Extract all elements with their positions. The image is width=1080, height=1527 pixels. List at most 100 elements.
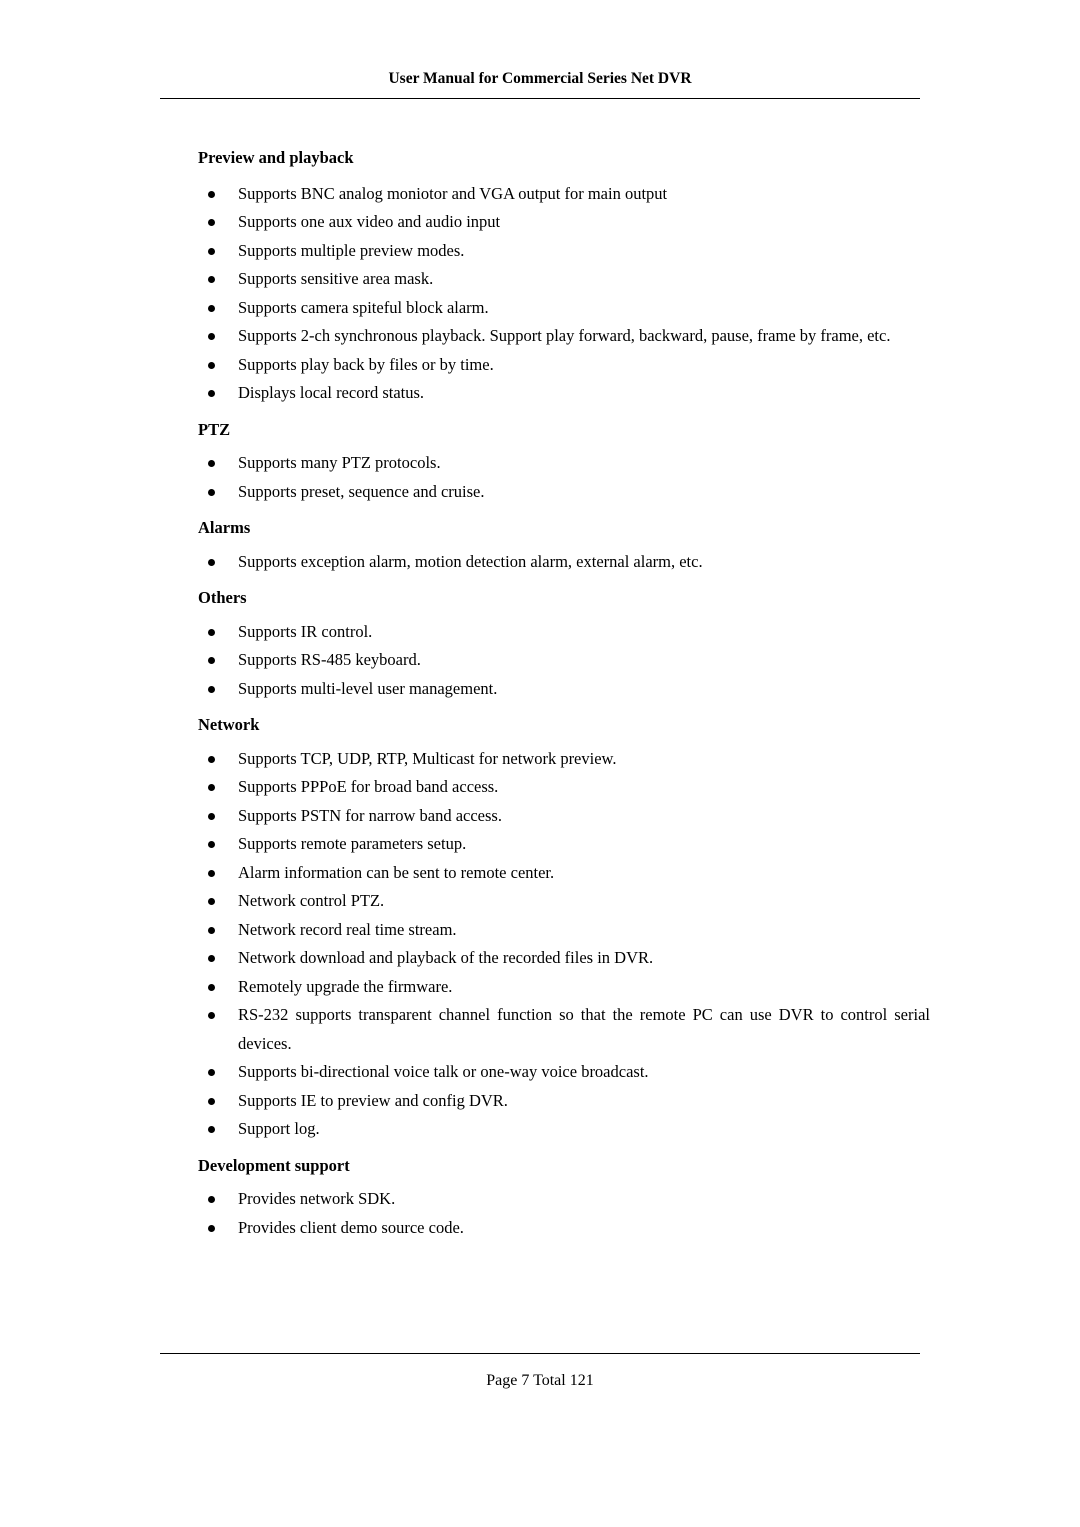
list-item: RS-232 supports transparent channel func… [160,1001,930,1058]
list-item: Provides client demo source code. [160,1214,930,1243]
list-item: Supports BNC analog moniotor and VGA out… [160,180,930,209]
document-page: User Manual for Commercial Series Net DV… [0,0,1080,1527]
list-item-text: Supports 2-ch synchronous playback. Supp… [238,326,891,345]
bullet-icon [208,219,215,226]
bullet-icon [208,304,215,312]
section-list: Supports IR control. Supports RS-485 key… [160,618,930,704]
bullet-icon [208,628,215,636]
bullet-icon [208,755,215,763]
list-item-text: Provides client demo source code. [238,1217,464,1237]
footer-divider [160,1353,920,1354]
list-item: Displays local record status. [160,379,930,408]
bullet-icon [208,841,215,848]
section-title-wrap: Alarms [160,519,930,537]
section-alarms: Alarms Supports exception alarm, motion … [160,519,930,577]
section-list: Supports many PTZ protocols. Supports pr… [160,449,930,506]
list-item-text: Alarm information can be sent to remote … [238,862,555,882]
bullet-icon [208,333,215,340]
list-item-text: Supports multi-level user management. [238,678,498,698]
bullet-icon [208,685,215,693]
list-item-text: Supports multiple preview modes. [238,240,465,260]
bullet-icon [208,926,215,934]
bullet-icon [208,1196,215,1203]
document-body: Preview and playback Supports BNC analog… [160,148,930,1243]
list-item: Supports multi-level user management. [160,675,930,704]
list-item: Network record real time stream. [160,916,930,945]
list-item: Supports PSTN for narrow band access. [160,802,930,831]
section-heading: Preview and playback [198,148,354,167]
list-item-text: Supports many PTZ protocols. [238,453,441,472]
list-item: Supports one aux video and audio input [160,208,930,237]
list-item: Supports preset, sequence and cruise. [160,478,930,507]
list-item: Supports sensitive area mask. [160,265,930,294]
footer-total-label: Total [533,1372,566,1389]
section-title-wrap: PTZ [160,419,930,439]
section-list: Supports TCP, UDP, RTP, Multicast for ne… [160,745,930,1144]
list-item: Supports remote parameters setup. [160,830,930,859]
list-item: Supports PPPoE for broad band access. [160,773,930,802]
section-development-support: Development support Provides network SDK… [160,1155,930,1243]
section-list: Provides network SDK. Provides client de… [160,1185,930,1242]
section-heading: Development support [198,1155,350,1175]
list-item-text: Supports IR control. [238,621,373,641]
list-item-text: Supports IE to preview and config DVR. [238,1090,508,1110]
bullet-icon [208,1069,215,1076]
list-item-text: Network record real time stream. [238,919,457,939]
bullet-icon [208,1097,215,1105]
page-footer: Page 7 Total 121 [160,1372,920,1390]
section-heading: Others [198,588,247,607]
page-header-title: User Manual for Commercial Series Net DV… [388,70,692,87]
bullet-icon [208,1012,215,1019]
list-item-text: Supports preset, sequence and cruise. [238,481,485,501]
section-preview-and-playback: Preview and playback Supports BNC analog… [160,148,930,408]
section-list: Supports BNC analog moniotor and VGA out… [160,180,930,408]
section-heading: PTZ [198,419,231,439]
bullet-icon [208,1126,215,1133]
list-item-text: Supports sensitive area mask. [238,269,434,288]
header-divider [160,98,920,99]
list-item-text: RS-232 supports transparent channel func… [238,1005,930,1053]
bullet-icon [208,190,215,198]
list-item: Supports 2-ch synchronous playback. Supp… [160,322,930,351]
bullet-icon [208,390,215,397]
list-item: Supports RS-485 keyboard. [160,646,930,675]
list-item-text: Supports remote parameters setup. [238,834,467,853]
section-title-wrap: Preview and playback [160,148,930,167]
list-item-text: Network download and playback of the rec… [238,948,654,967]
bullet-icon [208,955,215,962]
footer-page-number: 7 [521,1372,530,1389]
list-item-text: Supports PSTN for narrow band access. [238,805,502,825]
list-item: Remotely upgrade the firmware. [160,973,930,1002]
bullet-icon [208,657,215,664]
footer-total-pages: 121 [569,1372,594,1389]
footer-page-label: Page [486,1372,518,1389]
section-others: Others Supports IR control. Supports RS-… [160,588,930,704]
bullet-icon [208,869,215,877]
list-item: Supports exception alarm, motion detecti… [160,548,930,577]
bullet-icon [208,488,215,496]
list-item: Alarm information can be sent to remote … [160,859,930,888]
list-item-text: Supports camera spiteful block alarm. [238,297,489,317]
list-item-text: Remotely upgrade the firmware. [238,976,453,996]
list-item-text: Supports bi-directional voice talk or on… [238,1062,649,1081]
list-item-text: Supports exception alarm, motion detecti… [238,551,703,571]
section-title-wrap: Development support [160,1155,930,1175]
list-item: Supports IR control. [160,618,930,647]
list-item: Supports many PTZ protocols. [160,449,930,478]
list-item-text: Supports play back by files or by time. [238,354,494,374]
list-item: Supports play back by files or by time. [160,351,930,380]
bullet-icon [208,784,215,791]
list-item: Supports camera spiteful block alarm. [160,294,930,323]
section-network: Network Supports TCP, UDP, RTP, Multicas… [160,716,930,1144]
list-item-text: Supports PPPoE for broad band access. [238,777,499,796]
bullet-icon [208,558,215,566]
list-item: Supports TCP, UDP, RTP, Multicast for ne… [160,745,930,774]
bullet-icon [208,812,215,820]
section-title-wrap: Network [160,716,930,734]
list-item-text: Displays local record status. [238,383,425,402]
bullet-icon [208,361,215,369]
list-item-text: Supports one aux video and audio input [238,212,501,231]
